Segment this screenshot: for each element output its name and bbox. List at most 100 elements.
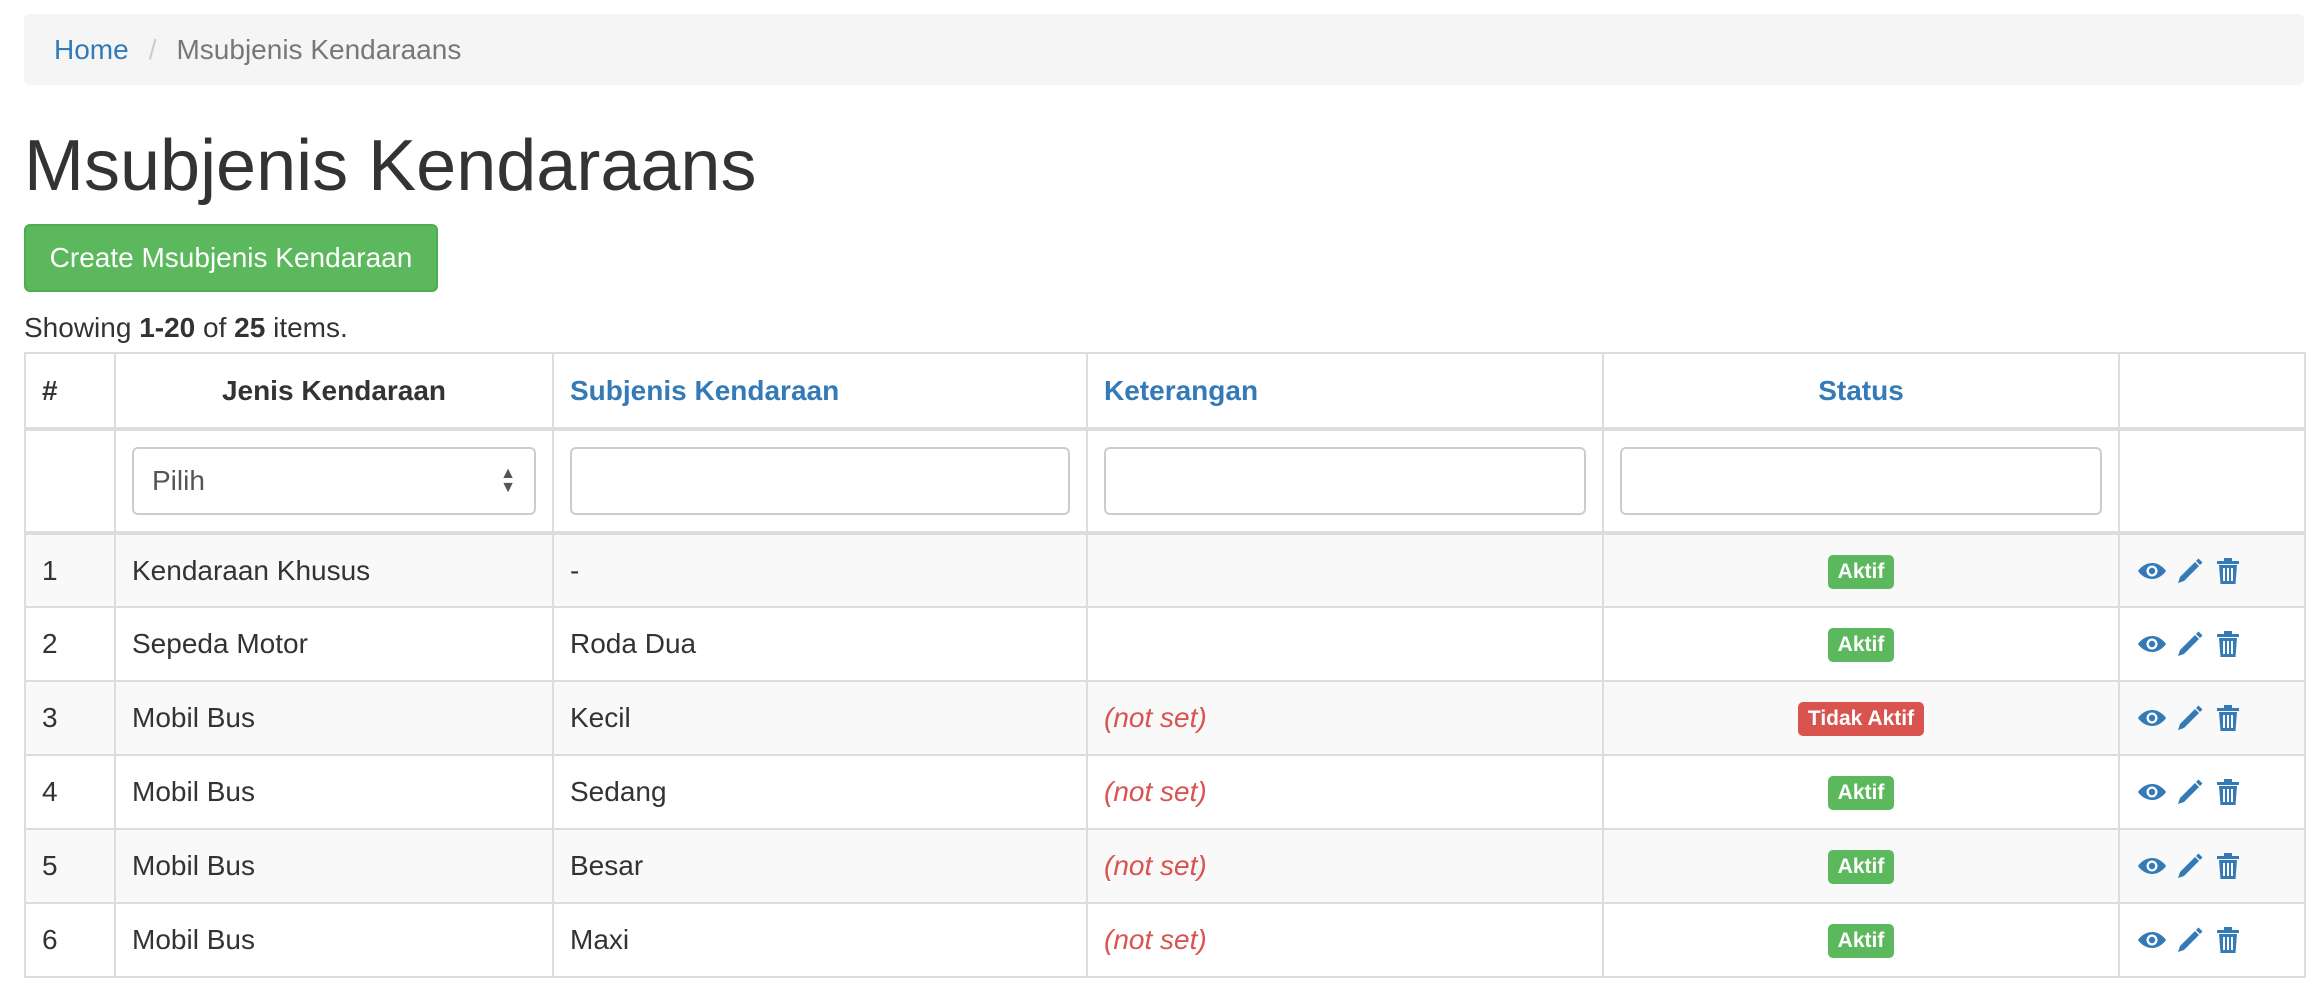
table-row: 3 Mobil Bus Kecil (not set) Tidak Aktif <box>24 680 2306 756</box>
cell-index: 1 <box>24 532 116 608</box>
cell-subjenis: - <box>552 532 1088 608</box>
summary-total: 25 <box>234 312 266 343</box>
cell-index: 5 <box>24 828 116 904</box>
table-body: 1 Kendaraan Khusus - Aktif 2 Sepeda Moto… <box>24 532 2306 978</box>
table-row: 2 Sepeda Motor Roda Dua Aktif <box>24 606 2306 682</box>
jenis-filter-selected: Pilih <box>152 465 205 496</box>
cell-keterangan: (not set) <box>1086 902 1604 978</box>
filter-actions-cell <box>2118 428 2306 535</box>
header-index: # <box>24 352 116 431</box>
trash-icon[interactable] <box>2212 702 2244 734</box>
pencil-icon[interactable] <box>2174 555 2206 587</box>
row-actions <box>2136 555 2288 587</box>
cell-status: Aktif <box>1602 606 2120 682</box>
not-set-text: (not set) <box>1104 776 1207 807</box>
cell-jenis: Mobil Bus <box>114 828 554 904</box>
cell-jenis: Kendaraan Khusus <box>114 532 554 608</box>
trash-icon[interactable] <box>2212 776 2244 808</box>
cell-keterangan <box>1086 532 1604 608</box>
cell-jenis: Sepeda Motor <box>114 606 554 682</box>
cell-jenis: Mobil Bus <box>114 680 554 756</box>
cell-actions <box>2118 606 2306 682</box>
not-set-text: (not set) <box>1104 702 1207 733</box>
table-row: 4 Mobil Bus Sedang (not set) Aktif <box>24 754 2306 830</box>
cell-jenis: Mobil Bus <box>114 902 554 978</box>
data-grid: # Jenis Kendaraan Subjenis Kendaraan Ket… <box>24 352 2306 978</box>
cell-subjenis: Maxi <box>552 902 1088 978</box>
cell-jenis: Mobil Bus <box>114 754 554 830</box>
pencil-icon[interactable] <box>2174 702 2206 734</box>
cell-status: Aktif <box>1602 828 2120 904</box>
header-row: # Jenis Kendaraan Subjenis Kendaraan Ket… <box>24 352 2306 431</box>
eye-icon[interactable] <box>2136 850 2168 882</box>
cell-subjenis: Sedang <box>552 754 1088 830</box>
trash-icon[interactable] <box>2212 924 2244 956</box>
cell-index: 6 <box>24 902 116 978</box>
cell-keterangan <box>1086 606 1604 682</box>
cell-status: Tidak Aktif <box>1602 680 2120 756</box>
cell-actions <box>2118 828 2306 904</box>
cell-subjenis: Besar <box>552 828 1088 904</box>
status-badge: Aktif <box>1827 850 1895 884</box>
cell-subjenis: Roda Dua <box>552 606 1088 682</box>
cell-actions <box>2118 902 2306 978</box>
status-filter-input[interactable] <box>1620 447 2102 515</box>
breadcrumb-current: Msubjenis Kendaraans <box>176 33 462 65</box>
pencil-icon[interactable] <box>2174 628 2206 660</box>
row-actions <box>2136 628 2288 660</box>
header-status-sort-link[interactable]: Status <box>1602 352 2120 431</box>
cell-status: Aktif <box>1602 532 2120 608</box>
eye-icon[interactable] <box>2136 924 2168 956</box>
filter-subjenis-cell <box>552 428 1088 535</box>
header-keterangan-sort-link[interactable]: Keterangan <box>1086 352 1604 431</box>
pencil-icon[interactable] <box>2174 924 2206 956</box>
table-row: 5 Mobil Bus Besar (not set) Aktif <box>24 828 2306 904</box>
filter-row: Pilih ▲ ▼ <box>24 428 2306 535</box>
filter-index-cell <box>24 428 116 535</box>
cell-actions <box>2118 532 2306 608</box>
trash-icon[interactable] <box>2212 555 2244 587</box>
keterangan-filter-input[interactable] <box>1104 447 1586 515</box>
cell-status: Aktif <box>1602 902 2120 978</box>
cell-keterangan: (not set) <box>1086 680 1604 756</box>
page: Home / Msubjenis Kendaraans Msubjenis Ke… <box>0 0 2312 982</box>
trash-icon[interactable] <box>2212 850 2244 882</box>
header-actions <box>2118 352 2306 431</box>
status-badge: Aktif <box>1827 776 1895 810</box>
pencil-icon[interactable] <box>2174 776 2206 808</box>
status-badge: Aktif <box>1827 554 1895 589</box>
subjenis-kendaraan-filter-input[interactable] <box>570 447 1070 515</box>
summary-text: Showing 1-20 of 25 items. <box>24 312 348 344</box>
page-title: Msubjenis Kendaraans <box>24 126 757 206</box>
cell-actions <box>2118 680 2306 756</box>
eye-icon[interactable] <box>2136 628 2168 660</box>
breadcrumb: Home / Msubjenis Kendaraans <box>24 14 2304 85</box>
breadcrumb-home-link[interactable]: Home <box>54 34 129 66</box>
table-row: 6 Mobil Bus Maxi (not set) Aktif <box>24 902 2306 978</box>
cell-index: 2 <box>24 606 116 682</box>
row-actions <box>2136 776 2288 808</box>
table-row: 1 Kendaraan Khusus - Aktif <box>24 532 2306 608</box>
eye-icon[interactable] <box>2136 555 2168 587</box>
status-badge: Aktif <box>1827 628 1895 662</box>
pencil-icon[interactable] <box>2174 850 2206 882</box>
breadcrumb-separator: / <box>148 33 157 65</box>
not-set-text: (not set) <box>1104 924 1207 955</box>
header-subjenis-kendaraan-sort-link[interactable]: Subjenis Kendaraan <box>552 352 1088 431</box>
filter-status-cell <box>1602 428 2120 535</box>
cell-index: 3 <box>24 680 116 756</box>
eye-icon[interactable] <box>2136 702 2168 734</box>
jenis-kendaraan-filter-select[interactable]: Pilih ▲ ▼ <box>132 447 536 515</box>
create-button[interactable]: Create Msubjenis Kendaraan <box>24 224 438 292</box>
not-set-text: (not set) <box>1104 850 1207 881</box>
status-badge: Tidak Aktif <box>1797 702 1925 736</box>
trash-icon[interactable] <box>2212 628 2244 660</box>
cell-status: Aktif <box>1602 754 2120 830</box>
cell-index: 4 <box>24 754 116 830</box>
row-actions <box>2136 850 2288 882</box>
row-actions <box>2136 702 2288 734</box>
eye-icon[interactable] <box>2136 776 2168 808</box>
row-actions <box>2136 924 2288 956</box>
cell-actions <box>2118 754 2306 830</box>
status-badge: Aktif <box>1827 924 1895 958</box>
